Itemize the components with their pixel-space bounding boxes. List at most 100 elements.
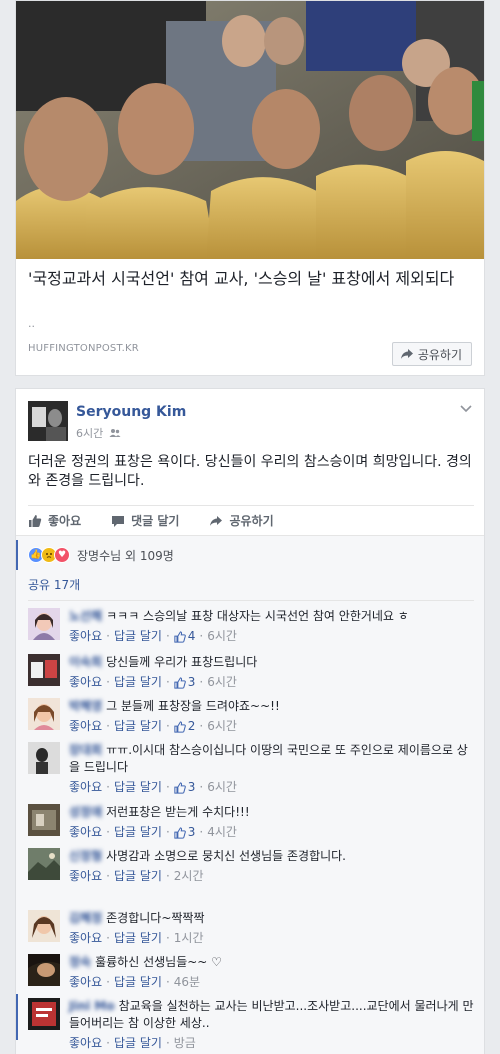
article-source[interactable]: HUFFINGTONPOST.KR: [28, 343, 139, 354]
comment-text: 사명감과 소명으로 뭉치신 선생님들 존경합니다.: [106, 849, 346, 863]
comment-meta: 좋아요 · 답글 달기 · 1시간: [69, 930, 204, 947]
commenter-name[interactable]: 노선해: [69, 609, 102, 623]
comments-section: 👍 ♥ 장명수님 외 109명 공유 17개 노선해 ㅋㅋㅋ 스승의날 표창 대상…: [16, 535, 484, 1054]
comment-action[interactable]: 댓글 달기: [111, 512, 179, 529]
thumbs-up-icon: [174, 720, 186, 733]
reactions-text[interactable]: 장명수님 외 109명: [77, 547, 174, 564]
commenter-name[interactable]: Jini Mo: [69, 999, 115, 1013]
comment-like-link[interactable]: 좋아요: [69, 628, 102, 645]
commenter-name[interactable]: 성정애: [69, 805, 102, 819]
comment-time[interactable]: 2시간: [174, 868, 204, 885]
comment-reply-link[interactable]: 답글 달기: [114, 824, 162, 841]
comment-text: ㅠㅠ.이시대 참스승이십니다 이땅의 국민으로 또 주인으로 제이름으로 상을 …: [69, 743, 468, 774]
comment-like-link[interactable]: 좋아요: [69, 868, 102, 885]
commenter-name[interactable]: 김혜정: [69, 911, 102, 925]
commenter-avatar[interactable]: [28, 954, 60, 986]
comment-time[interactable]: 방금: [174, 1035, 196, 1052]
share-button-label: 공유하기: [417, 347, 462, 362]
commenter-avatar[interactable]: [28, 848, 60, 880]
share-action[interactable]: 공유하기: [209, 512, 274, 529]
like-action[interactable]: 좋아요: [28, 512, 81, 529]
like-action-label: 좋아요: [48, 514, 82, 528]
comment-like-link[interactable]: 좋아요: [69, 824, 102, 841]
comment-reply-link[interactable]: 답글 달기: [114, 674, 162, 691]
comment-meta: 좋아요 · 답글 달기 · 3 · 6시간: [69, 779, 237, 796]
comment-time[interactable]: 1시간: [174, 930, 204, 947]
comment-likes[interactable]: 2: [174, 718, 195, 735]
comment-text: 당신들께 우리가 표창드립니다: [106, 655, 258, 669]
commenter-name[interactable]: 박혜영: [69, 699, 102, 713]
commenter-name[interactable]: 이숙희: [69, 655, 102, 669]
comment-like-link[interactable]: 좋아요: [69, 779, 102, 796]
comment-likes[interactable]: 3: [174, 824, 195, 841]
comment-reply-link[interactable]: 답글 달기: [114, 974, 162, 991]
comment-time[interactable]: 6시간: [207, 779, 237, 796]
share-icon: [210, 515, 223, 526]
comment-time[interactable]: 6시간: [207, 674, 237, 691]
comment-like-link[interactable]: 좋아요: [69, 974, 102, 991]
comment-meta: 좋아요 · 답글 달기 · 4 · 6시간: [69, 628, 237, 645]
comment-reply-link[interactable]: 답글 달기: [114, 628, 162, 645]
comment-time[interactable]: 6시간: [207, 718, 237, 735]
commenter-name[interactable]: 신정형: [69, 849, 102, 863]
comment-likes-count: 3: [187, 675, 196, 689]
commenter-name[interactable]: 장대회: [69, 743, 102, 757]
article-photo[interactable]: [16, 1, 484, 259]
comment-text: 존경합니다~짝짝짝: [106, 911, 205, 925]
thumbs-up-icon: [174, 676, 186, 689]
comment-reply-link[interactable]: 답글 달기: [114, 718, 162, 735]
comment-reply-link[interactable]: 답글 달기: [114, 1035, 162, 1052]
comment-like-link[interactable]: 좋아요: [69, 718, 102, 735]
comment-time[interactable]: 4시간: [207, 824, 237, 841]
comment-reply-link[interactable]: 답글 달기: [114, 779, 162, 796]
comment-like-link[interactable]: 좋아요: [69, 674, 102, 691]
post-timestamp[interactable]: 6시간: [76, 425, 103, 441]
comment-meta: 좋아요 · 답글 달기 · 46분: [69, 974, 201, 991]
comment-likes[interactable]: 3: [174, 674, 196, 691]
comment-reply-link[interactable]: 답글 달기: [114, 868, 162, 885]
thumbs-up-icon: [29, 514, 42, 527]
comment-time[interactable]: 6시간: [207, 628, 237, 645]
commenter-name[interactable]: 정숙: [69, 955, 91, 969]
chevron-down-icon[interactable]: [460, 405, 472, 413]
share-action-label: 공유하기: [229, 514, 274, 528]
share-button[interactable]: 공유하기: [391, 342, 472, 366]
author-name[interactable]: Seryoung Kim: [76, 404, 186, 420]
commenter-avatar[interactable]: [28, 608, 60, 640]
thumbs-up-icon: [174, 630, 186, 643]
comment-meta: 좋아요 · 답글 달기 · 2 · 6시간: [69, 718, 237, 735]
comment-text: ㅋㅋㅋ 스승의날 표창 대상자는 시국선언 참여 안한거네요 ㅎ: [106, 609, 409, 623]
author-avatar[interactable]: [28, 401, 68, 441]
comment-reply-link[interactable]: 답글 달기: [114, 930, 162, 947]
comment-time[interactable]: 46분: [174, 974, 200, 991]
commenter-avatar[interactable]: [28, 698, 60, 730]
comment-text: 저런표창은 받는게 수치다!!!: [106, 805, 250, 819]
article-photo-illustration: [16, 1, 484, 259]
commenter-avatar[interactable]: [28, 804, 60, 836]
comment-like-link[interactable]: 좋아요: [69, 930, 102, 947]
comment-like-link[interactable]: 좋아요: [69, 1035, 102, 1052]
thumbs-up-icon: [174, 826, 186, 839]
link-preview-card[interactable]: '국정교과서 시국선언' 참여 교사, '스승의 날' 표창에서 제외되다 ..…: [15, 0, 485, 376]
reactions-summary[interactable]: 👍 ♥ 장명수님 외 109명: [16, 540, 484, 570]
comment-likes[interactable]: 4: [174, 628, 195, 645]
comment-meta: 좋아요 · 답글 달기 · 3 · 6시간: [69, 674, 237, 691]
commenter-avatar[interactable]: [28, 998, 60, 1030]
new-comment-marker: [16, 994, 18, 1040]
comment-meta: 좋아요 · 답글 달기 · 방금: [69, 1035, 196, 1052]
article-title[interactable]: '국정교과서 시국선언' 참여 교사, '스승의 날' 표창에서 제외되다: [28, 267, 474, 290]
shares-count[interactable]: 공유 17개: [28, 576, 80, 593]
comment-action-label: 댓글 달기: [131, 514, 180, 528]
love-reaction-icon: ♥: [54, 547, 70, 563]
author-avatar-image: [28, 401, 68, 441]
commenter-avatar[interactable]: [28, 654, 60, 686]
commenter-avatar[interactable]: [28, 910, 60, 942]
comment-likes-count: 3: [187, 780, 196, 794]
post-meta: 6시간: [76, 425, 121, 441]
comment-text: 참교육을 실천하는 교사는 비난받고...조사받고....교단에서 물러나게 만…: [69, 999, 474, 1030]
post-card: Seryoung Kim 6시간 더러운 정권의 표창은 욕이다. 당신들이 우…: [15, 388, 485, 1054]
share-arrow-icon: [400, 349, 413, 359]
comment-likes[interactable]: 3: [174, 779, 196, 796]
commenter-avatar[interactable]: [28, 742, 60, 774]
post-actions: 좋아요 댓글 달기 공유하기: [28, 505, 474, 535]
